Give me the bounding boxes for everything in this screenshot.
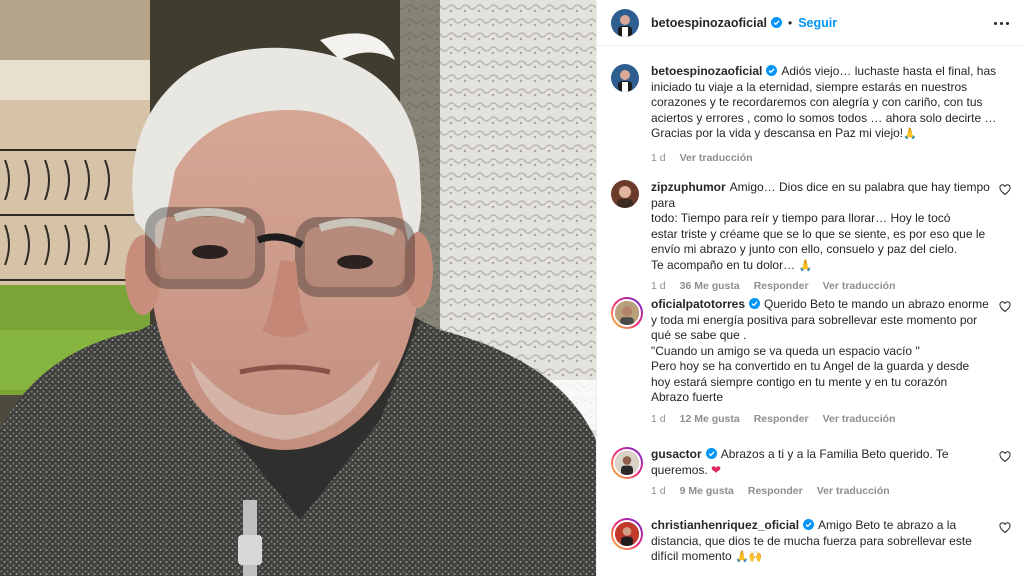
verified-badge-icon: [771, 17, 782, 28]
more-options-icon[interactable]: [991, 13, 1011, 33]
comment-item: zipzuphumor Amigo… Dios dice en su palabr…: [611, 180, 1011, 295]
comment-text-line: queremos.: [651, 462, 708, 477]
verified-badge-icon: [803, 519, 815, 530]
instagram-post: betoespinozaoficial • Seguir betoespinoz…: [0, 0, 1024, 576]
caption-avatar[interactable]: [611, 64, 639, 92]
comment-item: gusactor Abrazos a ti y a la Familia Beto…: [611, 447, 1011, 500]
commenter-avatar[interactable]: [611, 180, 639, 208]
comments-list[interactable]: betoespinozaoficial Adiós viejo… luchaste…: [597, 46, 1024, 576]
see-translation-button[interactable]: Ver traducción: [817, 484, 890, 500]
comment-time: 1 d: [651, 485, 666, 497]
comment-body: zipzuphumor Amigo… Dios dice en su palabr…: [651, 180, 1011, 295]
reply-button[interactable]: Responder: [754, 412, 809, 428]
caption-username[interactable]: betoespinozaoficial: [651, 64, 762, 78]
comment-username[interactable]: gusactor: [651, 447, 702, 461]
author-avatar[interactable]: [611, 8, 639, 37]
caption-text-line: Gracias por la vida y descansa en Paz mi…: [651, 126, 904, 140]
comment-body: christianhenriquez_oficial Amigo Beto te …: [651, 518, 1011, 565]
comment-text-line: Querido Beto te mando un abrazo enorme: [764, 297, 989, 311]
comment-text-line: hoy estará siempre contigo en tu mente y…: [651, 374, 948, 389]
comment-text-line: Abrazo fuerte: [651, 390, 724, 404]
comments-panel: betoespinozaoficial • Seguir betoespinoz…: [596, 0, 1024, 576]
pray-emoji: 🙏: [798, 258, 813, 272]
caption-text-line: corazones y te recordaremos con alegría …: [651, 95, 983, 109]
comment-text-line: difícil momento: [651, 549, 732, 563]
see-translation-button[interactable]: Ver traducción: [823, 279, 896, 295]
post-header: betoespinozaoficial • Seguir: [597, 0, 1024, 46]
caption-body: betoespinozaoficial Adiós viejo… luchaste…: [651, 64, 1011, 166]
reply-button[interactable]: Responder: [748, 484, 803, 500]
comment-text-line: y toda mi energía positiva para sobrelle…: [651, 312, 978, 327]
caption-text-line: Adiós viejo… luchaste hasta el final, ha…: [781, 64, 997, 78]
comment-likes[interactable]: 36 Me gusta: [680, 279, 740, 295]
heart-outline-icon[interactable]: [999, 451, 1011, 463]
portrait-image: [0, 0, 596, 576]
comment-meta: 1 d 36 Me gusta Responder Ver traducción: [651, 279, 1011, 295]
comment-time: 1 d: [651, 280, 666, 292]
verified-badge-icon: [749, 298, 761, 309]
comment-username[interactable]: oficialpatotorres: [651, 297, 745, 311]
caption-meta: 1 d Ver traducción: [651, 151, 1011, 167]
red-heart-emoji: ❤: [711, 462, 722, 477]
comment-text-line: Te acompaño en tu dolor…: [651, 257, 796, 272]
comment-text-line: Pero hoy se ha convertido en tu Angel de…: [651, 359, 970, 373]
caption-text-line: iniciado tu viaje a la eternidad, siempr…: [651, 79, 968, 94]
heart-outline-icon[interactable]: [999, 301, 1011, 313]
comment-item: oficialpatotorres Querido Beto te mando u…: [611, 297, 1011, 427]
commenter-avatar[interactable]: [611, 447, 643, 479]
comment-text-line: todo: Tiempo para reír y tiempo para llo…: [651, 211, 951, 225]
follow-button[interactable]: Seguir: [798, 16, 837, 30]
commenter-avatar[interactable]: [611, 297, 643, 329]
comment-username[interactable]: christianhenriquez_oficial: [651, 518, 799, 532]
comment-text-line: "Cuando un amigo se va queda un espacio …: [651, 343, 920, 358]
pray-clap-emoji: 🙏🙌: [735, 550, 763, 563]
comment-text-line: Abrazos a ti y a la Familia Beto querido…: [720, 447, 949, 461]
heart-outline-icon[interactable]: [999, 184, 1011, 196]
comment-meta: 1 d 12 Me gusta Responder Ver traducción: [651, 412, 1011, 428]
comment-body: oficialpatotorres Querido Beto te mando u…: [651, 297, 1011, 427]
see-translation-button[interactable]: Ver traducción: [823, 412, 896, 428]
caption-see-translation[interactable]: Ver traducción: [680, 151, 753, 167]
comment-text-line: envío mi abrazo y junto con ello, consue…: [651, 242, 958, 256]
comment-meta: 1 d 9 Me gusta Responder Ver traducción: [651, 484, 1011, 500]
comment-likes[interactable]: 9 Me gusta: [680, 484, 734, 500]
comment-text-line: qué se sabe que .: [651, 328, 747, 342]
verified-badge-icon: [705, 448, 717, 459]
heart-outline-icon[interactable]: [999, 522, 1011, 534]
separator-dot: •: [788, 15, 793, 30]
comment-text-line: estar triste y créame que se lo que se s…: [651, 226, 986, 241]
commenter-avatar[interactable]: [611, 518, 643, 550]
comment-text-line: Amigo Beto te abrazo a la: [818, 518, 957, 532]
reply-button[interactable]: Responder: [754, 279, 809, 295]
verified-badge-icon: [766, 65, 778, 76]
post-photo[interactable]: [0, 0, 596, 576]
comment-item: christianhenriquez_oficial Amigo Beto te …: [611, 518, 1011, 565]
comment-likes[interactable]: 12 Me gusta: [680, 412, 740, 428]
comment-body: gusactor Abrazos a ti y a la Familia Beto…: [651, 447, 1011, 500]
comment-time: 1 d: [651, 412, 666, 425]
comment-username[interactable]: zipzuphumor: [651, 180, 726, 194]
caption-text-line: aciertos y errores , como lo somos todos…: [651, 110, 997, 125]
author-username[interactable]: betoespinozaoficial: [651, 16, 767, 30]
comment-text-line: distancia, que dios te de mucha fuerza p…: [651, 533, 972, 548]
caption-time: 1 d: [651, 151, 666, 164]
pray-emoji: 🙏: [903, 127, 917, 140]
caption: betoespinozaoficial Adiós viejo… luchaste…: [611, 64, 1011, 166]
